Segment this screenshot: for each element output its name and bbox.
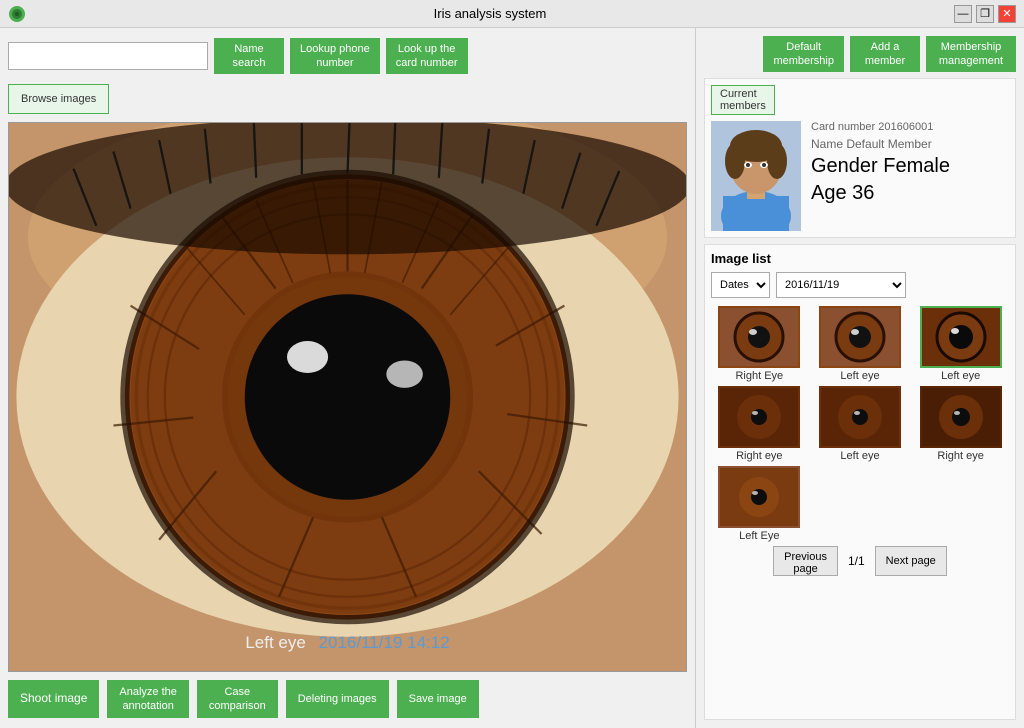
member-section: Current members: [704, 78, 1016, 238]
previous-page-button[interactable]: Previous page: [773, 546, 838, 576]
top-right-toolbar: Default membership Add a member Membersh…: [704, 36, 1016, 72]
thumb-img-4: [718, 386, 800, 448]
member-age: Age 36: [811, 182, 950, 205]
browse-images-button[interactable]: Browse images: [8, 84, 109, 114]
pagination: Previous page 1/1 Next page: [711, 546, 1009, 576]
image-list-label: Image list: [711, 251, 1009, 266]
date-value-select[interactable]: 2016/11/19: [776, 272, 906, 298]
member-gender: Gender Female: [811, 155, 950, 178]
thumb-img-6: [920, 386, 1002, 448]
case-comparison-button[interactable]: Case comparison: [197, 680, 278, 718]
window-title: Iris analysis system: [26, 6, 954, 21]
member-name: Name Default Member: [811, 137, 950, 151]
window-controls: — ❐ ✕: [954, 5, 1016, 23]
thumb-label-2: Left eye: [840, 370, 879, 382]
thumb-label-1: Right Eye: [735, 370, 783, 382]
search-input[interactable]: [8, 42, 208, 70]
browse-row: Browse images: [8, 82, 687, 116]
thumbnail-item-3[interactable]: Left eye: [912, 306, 1009, 382]
membership-management-button[interactable]: Membership management: [926, 36, 1016, 72]
left-panel: Name search Lookup phone number Look up …: [0, 28, 695, 728]
thumb-label-4: Right eye: [736, 450, 782, 462]
right-panel: Default membership Add a member Membersh…: [695, 28, 1024, 728]
name-search-button[interactable]: Name search: [214, 38, 284, 74]
date-label: 2016/11/19 14:12: [319, 633, 450, 652]
close-button[interactable]: ✕: [998, 5, 1016, 23]
thumb-label-3: Left eye: [941, 370, 980, 382]
thumb-img-3: [920, 306, 1002, 368]
thumbnail-item-2[interactable]: Left eye: [812, 306, 909, 382]
dates-select[interactable]: Dates: [711, 272, 770, 298]
eye-label: Left eye: [245, 633, 306, 652]
save-image-button[interactable]: Save image: [397, 680, 479, 718]
page-info: 1/1: [848, 554, 865, 568]
thumbnail-item-6[interactable]: Right eye: [912, 386, 1009, 462]
shoot-image-button[interactable]: Shoot image: [8, 680, 99, 718]
next-page-button[interactable]: Next page: [875, 546, 947, 576]
default-membership-button[interactable]: Default membership: [763, 36, 844, 72]
member-details: Card number 201606001 Name Default Membe…: [811, 121, 950, 231]
thumb-label-7: Left Eye: [739, 530, 779, 542]
lookup-card-button[interactable]: Look up the card number: [386, 38, 468, 74]
image-viewer: Left eye 2016/11/19 14:12: [8, 122, 687, 672]
date-row: Dates 2016/11/19: [711, 272, 1009, 298]
thumb-img-7: [718, 466, 800, 528]
title-bar: Iris analysis system — ❐ ✕: [0, 0, 1024, 28]
restore-button[interactable]: ❐: [976, 5, 994, 23]
image-list-section: Image list Dates 2016/11/19: [704, 244, 1016, 720]
thumb-label-5: Left eye: [840, 450, 879, 462]
thumbnail-item-1[interactable]: Right Eye: [711, 306, 808, 382]
analyze-annotation-button[interactable]: Analyze the annotation: [107, 680, 188, 718]
thumb-label-6: Right eye: [937, 450, 983, 462]
iris-image: [9, 123, 686, 671]
thumb-img-5: [819, 386, 901, 448]
app-icon: [8, 5, 26, 23]
member-info: Card number 201606001 Name Default Membe…: [711, 121, 1009, 231]
thumbnail-item-7[interactable]: Left Eye: [711, 466, 808, 542]
top-toolbar: Name search Lookup phone number Look up …: [8, 36, 687, 76]
thumb-img-1: [718, 306, 800, 368]
deleting-images-button[interactable]: Deleting images: [286, 680, 389, 718]
lookup-phone-button[interactable]: Lookup phone number: [290, 38, 380, 74]
member-avatar: [711, 121, 801, 231]
minimize-button[interactable]: —: [954, 5, 972, 23]
bottom-toolbar: Shoot image Analyze the annotation Case …: [8, 678, 687, 720]
image-overlay-label: Left eye 2016/11/19 14:12: [245, 633, 449, 653]
current-members-label: Current members: [711, 85, 775, 115]
add-member-button[interactable]: Add a member: [850, 36, 920, 72]
thumbnail-item-5[interactable]: Left eye: [812, 386, 909, 462]
thumb-img-2: [819, 306, 901, 368]
thumbnail-grid: Right Eye Left eye: [711, 306, 1009, 542]
card-number: Card number 201606001: [811, 121, 950, 133]
thumbnail-item-4[interactable]: Right eye: [711, 386, 808, 462]
